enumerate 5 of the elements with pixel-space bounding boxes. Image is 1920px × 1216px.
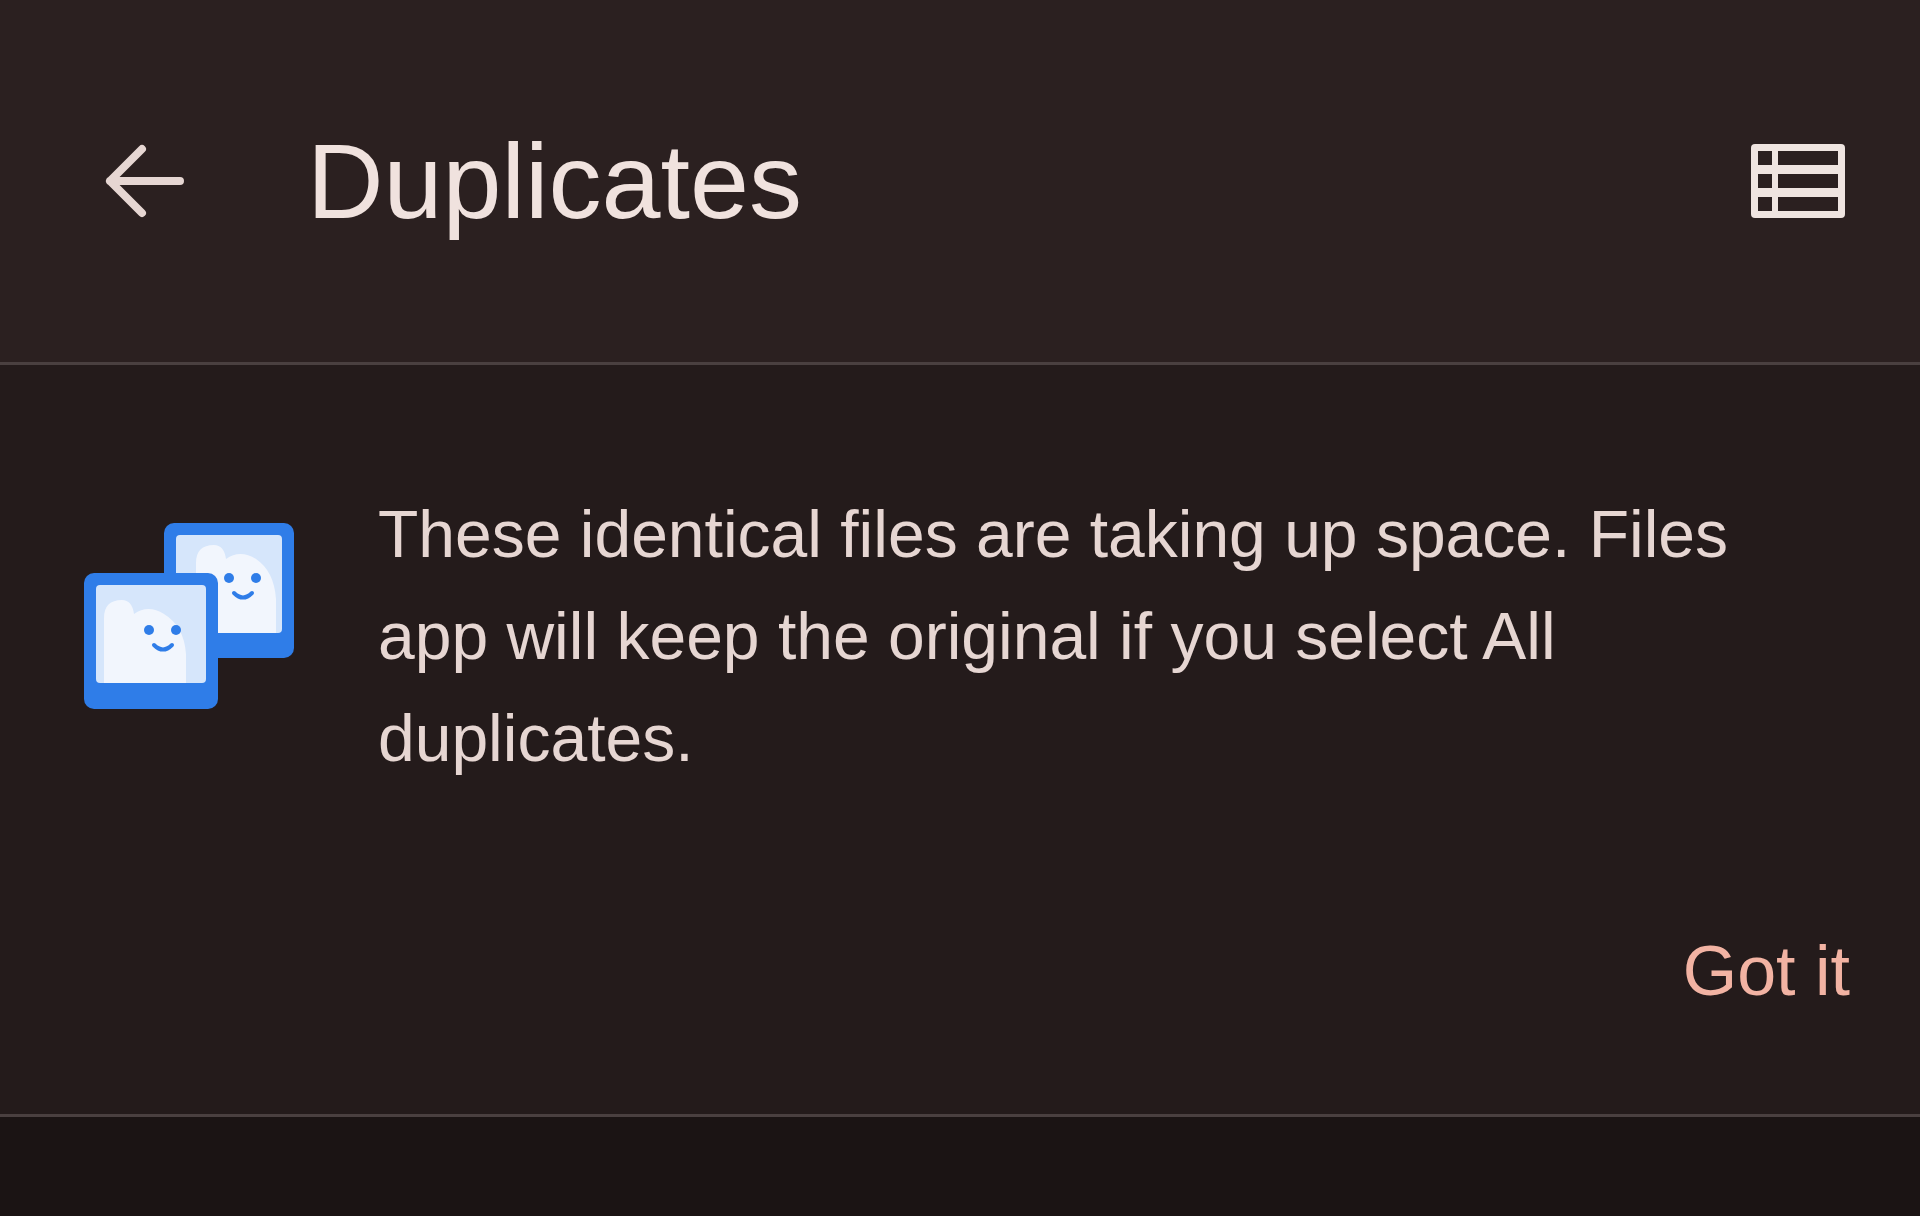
got-it-button[interactable]: Got it (1682, 931, 1850, 1011)
info-message: These identical files are taking up space. Files app will keep the original if you select All duplicates. (378, 496, 1730, 777)
screen-title: Duplicates (307, 120, 803, 242)
list-view-button[interactable] (1751, 144, 1845, 218)
duplicate-photos-icon (84, 523, 294, 709)
